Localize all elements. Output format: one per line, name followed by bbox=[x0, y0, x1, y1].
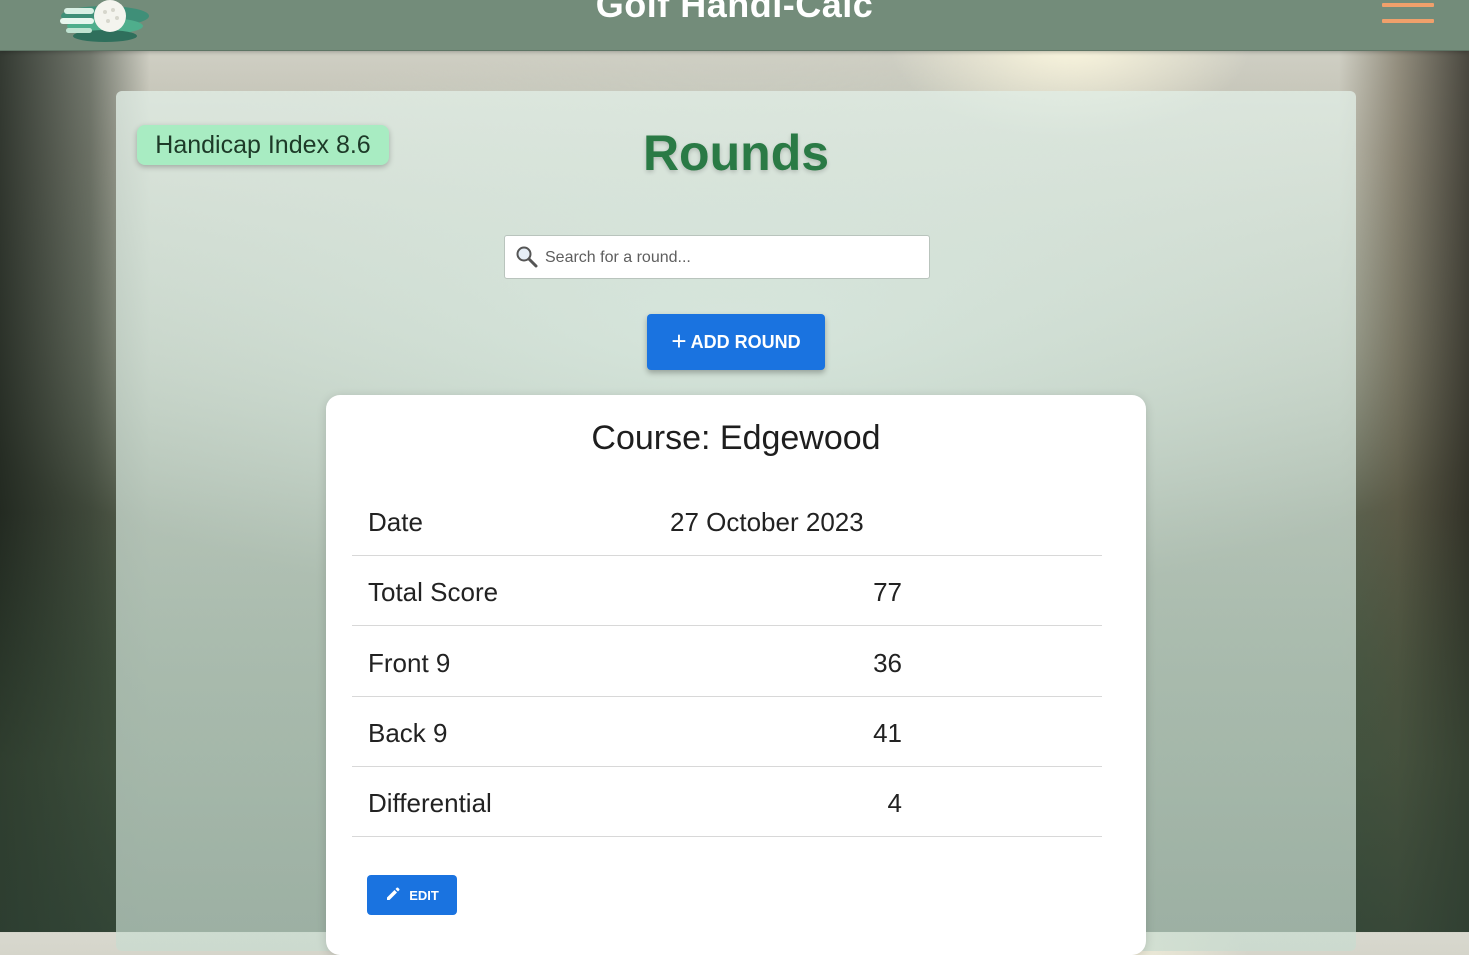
search-input[interactable] bbox=[543, 236, 923, 280]
table-row: Differential 4 bbox=[352, 766, 1102, 837]
table-row: Front 9 36 bbox=[352, 626, 1102, 697]
row-label: Total Score bbox=[368, 577, 499, 607]
row-value: 27 October 2023 bbox=[670, 507, 864, 537]
hamburger-menu-icon[interactable] bbox=[1380, 0, 1436, 30]
row-value: 77 bbox=[873, 577, 902, 607]
app-header: Golf Handi-Calc bbox=[0, 0, 1469, 51]
row-label: Differential bbox=[368, 788, 492, 818]
app-title: Golf Handi-Calc bbox=[595, 0, 874, 25]
row-label: Front 9 bbox=[368, 648, 451, 678]
row-label: Date bbox=[368, 507, 423, 537]
table-row: Back 9 41 bbox=[352, 696, 1102, 767]
round-card: Course: Edgewood Date 27 October 2023 To… bbox=[326, 395, 1146, 955]
row-value: 4 bbox=[887, 788, 902, 818]
page-title: Rounds bbox=[642, 125, 830, 181]
row-label: Back 9 bbox=[368, 718, 448, 748]
plus-icon: + bbox=[671, 326, 687, 356]
course-title: Course: Edgewood bbox=[591, 419, 881, 457]
row-value: 36 bbox=[873, 648, 902, 678]
add-round-button[interactable]: + ADD ROUND bbox=[647, 314, 825, 370]
edit-round-button[interactable]: EDIT bbox=[367, 875, 457, 915]
table-row: Date 27 October 2023 bbox=[352, 485, 1102, 556]
pencil-icon bbox=[385, 886, 401, 905]
handicap-index-badge: Handicap Index 8.6 bbox=[137, 125, 389, 165]
edit-label: EDIT bbox=[409, 887, 439, 903]
table-row: Total Score 77 bbox=[352, 555, 1102, 626]
search-box[interactable] bbox=[504, 235, 930, 280]
row-value: 41 bbox=[873, 718, 902, 748]
add-round-label: ADD ROUND bbox=[690, 331, 801, 352]
magnifier-icon bbox=[515, 245, 539, 269]
